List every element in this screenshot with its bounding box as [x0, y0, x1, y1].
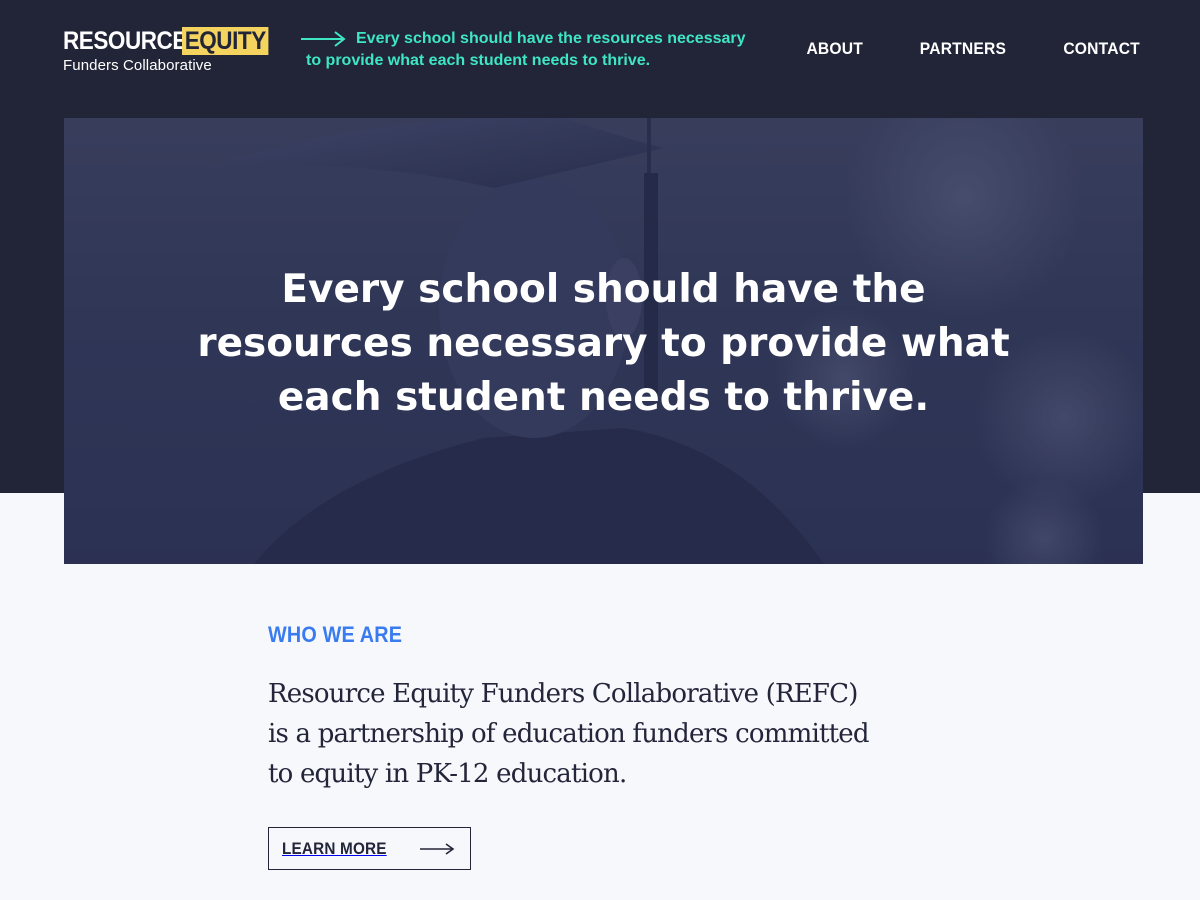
learn-more-button[interactable]: LEARN MORE: [268, 827, 471, 870]
hero-heading-line: resources necessary to provide what: [197, 321, 1010, 366]
site-header: RESOURCE EQUITY Funders Collaborative Ev…: [0, 0, 1200, 110]
who-we-are-section: WHO WE ARE Resource Equity Funders Colla…: [268, 622, 968, 794]
section-label: WHO WE ARE: [268, 622, 403, 647]
description-line: Resource Equity Funders Collaborative (R…: [268, 679, 858, 709]
header-tagline: Every school should have the resources n…: [300, 29, 800, 70]
section-description: Resource Equity Funders Collaborative (R…: [268, 674, 968, 794]
tagline-line-2: to provide what each student needs to th…: [306, 52, 651, 69]
hero-banner: Every school should have the resources n…: [64, 118, 1143, 564]
description-line: to equity in PK-12 education.: [268, 759, 627, 789]
logo-subtitle: Funders Collaborative: [63, 57, 212, 74]
learn-more-label: LEARN MORE: [282, 838, 387, 858]
hero-heading: Every school should have the resources n…: [64, 263, 1143, 425]
logo-wordmark: RESOURCE EQUITY: [63, 27, 278, 55]
description-line: is a partnership of education funders co…: [268, 719, 870, 749]
logo[interactable]: RESOURCE EQUITY Funders Collaborative: [63, 27, 278, 74]
logo-word-resource: RESOURCE: [63, 27, 187, 55]
tagline-line-1: Every school should have the resources n…: [356, 30, 746, 47]
nav-link-contact[interactable]: CONTACT: [1063, 39, 1140, 59]
hero-heading-line: Every school should have the: [281, 267, 926, 312]
arrow-right-icon: [301, 31, 346, 47]
arrow-right-icon: [420, 843, 455, 855]
nav-link-partners[interactable]: PARTNERS: [920, 39, 1006, 59]
hero-heading-line: each student needs to thrive.: [277, 375, 930, 420]
logo-word-equity: EQUITY: [182, 27, 269, 55]
nav-link-about[interactable]: ABOUT: [807, 39, 864, 59]
main-nav: ABOUT PARTNERS CONTACT: [804, 39, 1143, 59]
